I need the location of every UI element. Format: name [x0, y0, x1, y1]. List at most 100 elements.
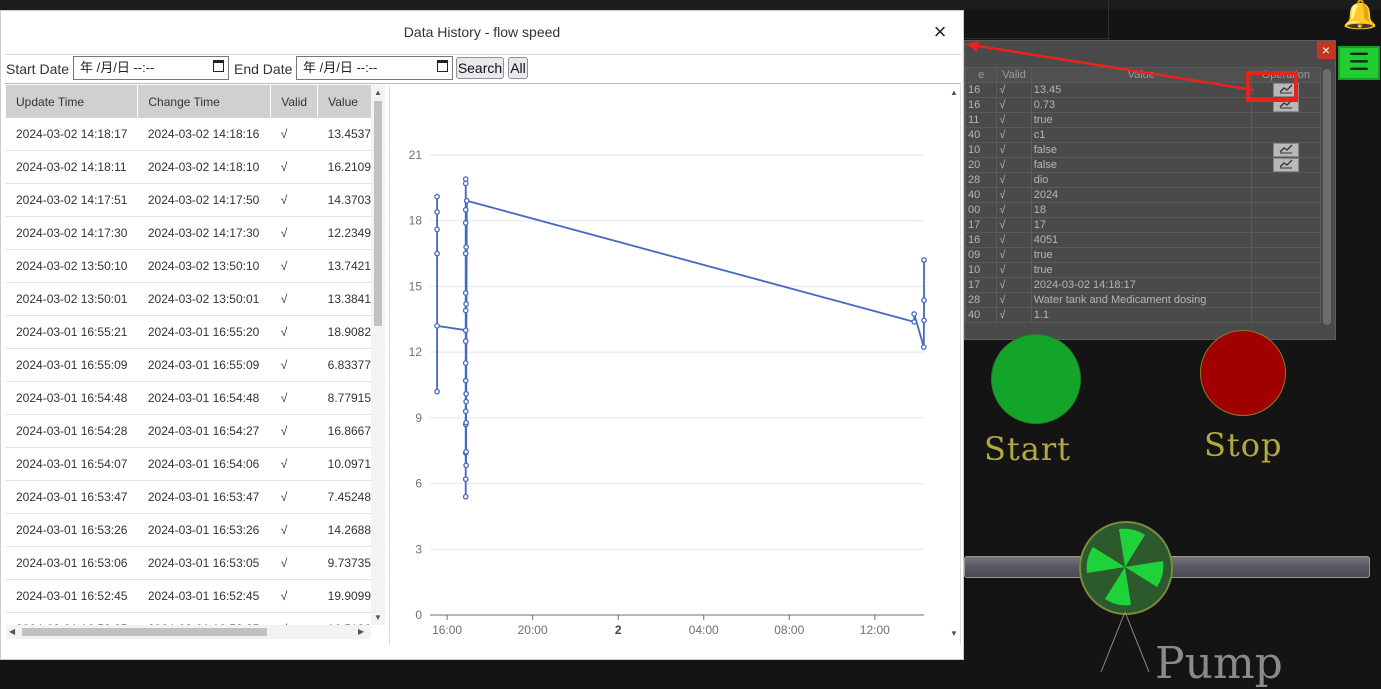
table-cell: 2024-03-01 16:53:26 [137, 513, 271, 547]
tag-row[interactable]: 40 √ 1.1 [965, 307, 1322, 323]
calendar-icon[interactable] [437, 60, 448, 72]
data-point [463, 398, 469, 405]
data-point [462, 176, 469, 182]
tag-panel-close-button[interactable]: × [1317, 41, 1335, 59]
table-row[interactable]: 2024-03-02 14:17:30 2024-03-02 14:17:30 √ 1… [6, 216, 386, 250]
tag-cell: √ [996, 307, 1032, 323]
list-icon: ☰ [1348, 49, 1370, 76]
column-header[interactable]: Change Time [137, 85, 272, 118]
tag-operation-cell [1250, 217, 1322, 233]
tag-cell: 10 [965, 142, 998, 158]
table-cell: 2024-03-02 13:50:01 [137, 282, 271, 316]
tag-cell: 17 [965, 217, 998, 233]
search-button[interactable]: Search [456, 57, 504, 79]
table-cell: √ [270, 183, 318, 217]
column-header[interactable]: Update Time [6, 85, 139, 118]
chart-icon[interactable] [1272, 143, 1299, 157]
tag-cell: √ [996, 157, 1032, 173]
scroll-down-arrow[interactable]: ▼ [374, 613, 382, 622]
data-point [463, 244, 469, 250]
y-tick-label: 9 [415, 411, 422, 425]
table-row[interactable]: 2024-03-01 16:55:21 2024-03-01 16:55:20 √ 1… [6, 315, 386, 349]
table-row[interactable]: 2024-03-01 16:52:45 2024-03-01 16:52:45 √ 1… [6, 579, 386, 613]
table-cell: 2024-03-01 16:54:48 [6, 381, 138, 415]
chart-scrollbar[interactable]: ▲ ▼ [947, 85, 959, 641]
table-cell: 2024-03-01 16:53:47 [137, 480, 271, 514]
chart-icon[interactable] [1272, 158, 1299, 172]
table-cell: 2024-03-01 16:54:28 [6, 414, 138, 448]
tag-row[interactable]: 28 √ Water tank and Medicament dosing [965, 292, 1322, 308]
tag-cell: 17 [965, 277, 998, 293]
tag-row[interactable]: 17 √ 2024-03-02 14:18:17 [965, 277, 1322, 293]
table-cell: √ [270, 381, 318, 415]
end-date-input[interactable]: 年 /月/日 --:-- [296, 56, 453, 80]
column-header[interactable]: Valid [270, 85, 319, 118]
pump-fan-icon [1086, 528, 1164, 606]
table-cell: 2024-03-01 16:55:09 [6, 348, 138, 382]
table-row[interactable]: 2024-03-02 14:18:17 2024-03-02 14:18:16 √ 1… [6, 118, 386, 151]
tag-row[interactable]: 28 √ dio [965, 172, 1322, 188]
pump[interactable] [1079, 521, 1173, 615]
tag-row[interactable]: 16 √ 4051 [965, 232, 1322, 248]
table-vertical-scrollbar[interactable]: ▲ ▼ [371, 85, 385, 625]
scroll-thumb[interactable] [374, 101, 382, 326]
scroll-thumb[interactable] [22, 628, 267, 636]
table-row[interactable]: 2024-03-02 14:18:11 2024-03-02 14:18:10 √ 1… [6, 150, 386, 184]
scroll-up-arrow[interactable]: ▲ [374, 88, 382, 97]
table-cell: 2024-03-02 13:50:10 [6, 249, 138, 283]
tag-cell: 11 [965, 112, 998, 128]
tag-cell: 40 [965, 127, 998, 143]
table-cell: √ [270, 480, 318, 514]
close-icon[interactable]: × [929, 21, 951, 43]
calendar-icon[interactable] [213, 60, 224, 72]
tag-row[interactable]: 17 √ 17 [965, 217, 1322, 233]
table-row[interactable]: 2024-03-01 16:54:28 2024-03-01 16:54:27 √ 1… [6, 414, 386, 448]
scroll-down-arrow[interactable]: ▼ [950, 629, 958, 638]
table-row[interactable]: 2024-03-01 16:53:06 2024-03-01 16:53:05 √ 9… [6, 546, 386, 580]
tag-row[interactable]: 40 √ c1 [965, 127, 1322, 143]
table-row[interactable]: 2024-03-01 16:55:09 2024-03-01 16:55:09 √ 6… [6, 348, 386, 382]
tag-list-button[interactable]: ☰ [1338, 46, 1380, 80]
table-cell: 2024-03-02 13:50:01 [6, 282, 138, 316]
tag-cell: √ [996, 232, 1032, 248]
bell-icon[interactable]: 🔔 [1340, 0, 1380, 36]
tag-cell: 28 [965, 172, 998, 188]
data-point [911, 311, 918, 317]
tag-row[interactable]: 00 √ 18 [965, 202, 1322, 218]
tag-row[interactable]: 09 √ true [965, 247, 1322, 263]
pump-label: Pump [1155, 638, 1283, 689]
table-cell: 2024-03-01 16:55:09 [137, 348, 271, 382]
table-cell: 2024-03-02 14:18:17 [6, 118, 138, 151]
table-horizontal-scrollbar[interactable]: ◀ ▶ [6, 625, 371, 639]
data-point [462, 360, 469, 366]
table-row[interactable]: 2024-03-01 16:54:07 2024-03-01 16:54:06 √ 1… [6, 447, 386, 481]
tag-cell: true [1030, 262, 1252, 278]
table-row[interactable]: 2024-03-02 13:50:01 2024-03-02 13:50:01 √ 1… [6, 282, 386, 316]
data-point [463, 390, 469, 397]
tag-row[interactable]: 40 √ 2024 [965, 187, 1322, 203]
table-row[interactable]: 2024-03-01 16:54:48 2024-03-01 16:54:48 √ 8… [6, 381, 386, 415]
table-row[interactable]: 2024-03-02 13:50:10 2024-03-02 13:50:10 √ 1… [6, 249, 386, 283]
scroll-right-arrow[interactable]: ▶ [358, 627, 364, 636]
tag-row[interactable]: 20 √ false [965, 157, 1322, 173]
table-row[interactable]: 2024-03-01 16:53:26 2024-03-01 16:53:26 √ 1… [6, 513, 386, 547]
y-tick-label: 12 [409, 345, 423, 359]
table-cell: √ [270, 249, 318, 283]
scroll-up-arrow[interactable]: ▲ [950, 88, 958, 97]
tag-row[interactable]: 11 √ true [965, 112, 1322, 128]
table-cell: √ [270, 546, 318, 580]
tag-cell: false [1030, 157, 1252, 173]
tag-row[interactable]: 10 √ true [965, 262, 1322, 278]
tag-operation-cell [1250, 277, 1322, 293]
all-button[interactable]: All [508, 57, 528, 79]
table-cell: √ [270, 150, 318, 184]
tag-cell: 28 [965, 292, 998, 308]
stop-button[interactable] [1200, 330, 1286, 416]
tag-panel-scrollbar[interactable] [1323, 69, 1331, 325]
start-button[interactable] [991, 334, 1081, 424]
tag-row[interactable]: 10 √ false [965, 142, 1322, 158]
table-row[interactable]: 2024-03-02 14:17:51 2024-03-02 14:17:50 √ 1… [6, 183, 386, 217]
scroll-left-arrow[interactable]: ◀ [9, 627, 15, 636]
start-date-input[interactable]: 年 /月/日 --:-- [73, 56, 229, 80]
table-row[interactable]: 2024-03-01 16:53:47 2024-03-01 16:53:47 √ 7… [6, 480, 386, 514]
